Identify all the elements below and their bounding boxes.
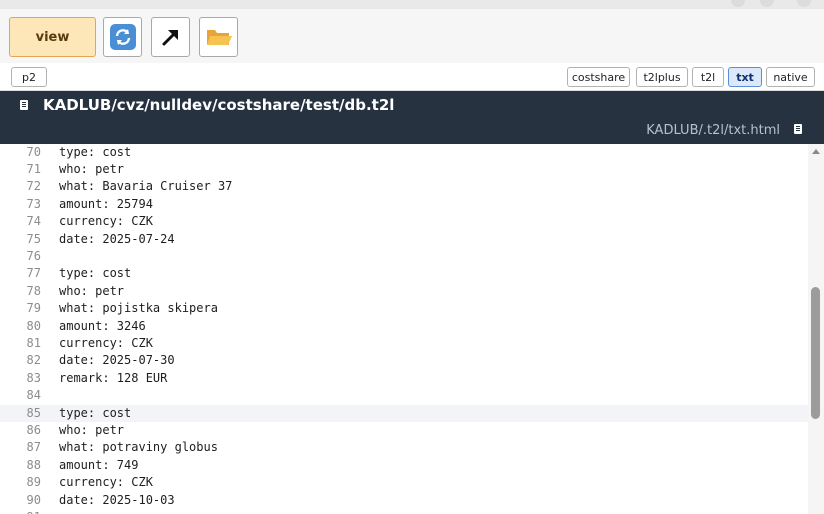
- document-icon[interactable]: [20, 100, 28, 110]
- view-button[interactable]: view: [9, 17, 96, 57]
- code-line: 85 type: cost: [0, 404, 808, 422]
- code-editor[interactable]: 70 type: cost 71 who: petr 72 what: Bavaria C…: [0, 144, 824, 514]
- line-text: remark: 128 EUR: [59, 370, 168, 385]
- refresh-icon: [109, 24, 136, 50]
- code-line: 75 date: 2025-07-24: [0, 231, 808, 248]
- line-text: currency: CZK: [59, 214, 153, 229]
- line-number: 84: [26, 388, 41, 403]
- line-text: type: cost: [59, 405, 132, 420]
- line-text: who: petr: [59, 283, 125, 298]
- code-line: 80 amount: 3246: [0, 318, 808, 335]
- code-line: 90 date: 2025-10-03: [0, 492, 808, 509]
- code-line: 84: [0, 387, 808, 404]
- vertical-scrollbar[interactable]: [808, 144, 824, 514]
- line-text: what: potraviny globus: [59, 440, 218, 455]
- tab-t2lplus[interactable]: t2lplus: [636, 67, 688, 87]
- line-text: date: 2025-07-30: [59, 353, 175, 368]
- line-text: who: petr: [59, 161, 125, 176]
- code-line: 83 remark: 128 EUR: [0, 370, 808, 387]
- line-text: type: cost: [59, 144, 132, 159]
- line-text: amount: 3246: [59, 318, 146, 333]
- line-number: 79: [26, 301, 41, 316]
- code-line: 79 what: pojistka skipera: [0, 300, 808, 317]
- line-number: 74: [26, 214, 41, 229]
- open-external-button[interactable]: [151, 17, 190, 57]
- scroll-up-icon[interactable]: [812, 149, 820, 154]
- line-text: what: Bavaria Cruiser 37: [59, 179, 233, 194]
- os-top-bar: [0, 0, 824, 9]
- line-number: 71: [26, 161, 41, 176]
- line-text: date: 2025-07-24: [59, 231, 175, 246]
- line-text: date: 2025-10-03: [59, 492, 175, 507]
- line-number: 89: [26, 475, 41, 490]
- code-line: 89 currency: CZK: [0, 474, 808, 491]
- scrollbar-thumb[interactable]: [811, 287, 820, 419]
- tab-bar: p2 costshare t2lplus t2l txt native: [0, 63, 824, 91]
- line-text: amount: 25794: [59, 196, 153, 211]
- line-number: 72: [26, 179, 41, 194]
- line-number: 88: [26, 457, 41, 472]
- code-line: 76: [0, 248, 808, 265]
- line-number: 73: [26, 196, 41, 211]
- code-line: 77 type: cost: [0, 265, 808, 282]
- line-number: 83: [26, 370, 41, 385]
- line-text: amount: 749: [59, 457, 139, 472]
- code-line: 86 who: petr: [0, 422, 808, 439]
- folder-icon: [206, 30, 232, 45]
- line-text: type: cost: [59, 266, 132, 281]
- tab-t2l[interactable]: t2l: [692, 67, 724, 87]
- code-line: 72 what: Bavaria Cruiser 37: [0, 178, 808, 195]
- code-line: 88 amount: 749: [0, 457, 808, 474]
- code-line: 81 currency: CZK: [0, 335, 808, 352]
- code-line: 78 who: petr: [0, 283, 808, 300]
- line-number: 81: [26, 335, 41, 350]
- file-header: KADLUB/cvz/nulldev/costshare/test/db.t2l…: [0, 91, 824, 144]
- line-number: 87: [26, 440, 41, 455]
- line-number: 80: [26, 318, 41, 333]
- window-close-icon[interactable]: [797, 0, 811, 7]
- window-maximize-icon[interactable]: [760, 0, 774, 7]
- line-text: who: petr: [59, 422, 125, 437]
- code-line: 71 who: petr: [0, 161, 808, 178]
- arrow-up-left-icon: [162, 30, 178, 46]
- line-number: 70: [26, 144, 41, 159]
- tab-native[interactable]: native: [766, 67, 815, 87]
- open-folder-button[interactable]: [199, 17, 238, 57]
- line-number: 85: [26, 405, 41, 420]
- code-line: 87 what: potraviny globus: [0, 439, 808, 456]
- code-line: 91: [0, 509, 808, 514]
- code-line: 73 amount: 25794: [0, 196, 808, 213]
- line-number: 75: [26, 231, 41, 246]
- line-text: what: pojistka skipera: [59, 301, 218, 316]
- line-number: 86: [26, 422, 41, 437]
- code-line: 82 date: 2025-07-30: [0, 352, 808, 369]
- toolbar: view: [0, 9, 824, 63]
- code-line: 70 type: cost: [0, 144, 808, 161]
- line-number: 91: [0, 509, 41, 514]
- line-text: currency: CZK: [59, 335, 153, 350]
- document-icon[interactable]: [794, 124, 802, 134]
- line-number: 76: [26, 248, 41, 263]
- line-text: currency: CZK: [59, 475, 153, 490]
- line-number: 90: [26, 492, 41, 507]
- sub-path: KADLUB/.t2l/txt.html: [646, 123, 780, 138]
- line-number: 82: [26, 353, 41, 368]
- window-minimize-icon[interactable]: [731, 0, 745, 7]
- code-line: 74 currency: CZK: [0, 213, 808, 230]
- tab-txt[interactable]: txt: [728, 67, 762, 87]
- refresh-button[interactable]: [103, 17, 142, 57]
- line-number: 77: [26, 266, 41, 281]
- line-number: 78: [26, 283, 41, 298]
- tab-p2[interactable]: p2: [11, 67, 47, 87]
- tab-costshare[interactable]: costshare: [567, 67, 630, 87]
- page-title: KADLUB/cvz/nulldev/costshare/test/db.t2l: [43, 96, 395, 114]
